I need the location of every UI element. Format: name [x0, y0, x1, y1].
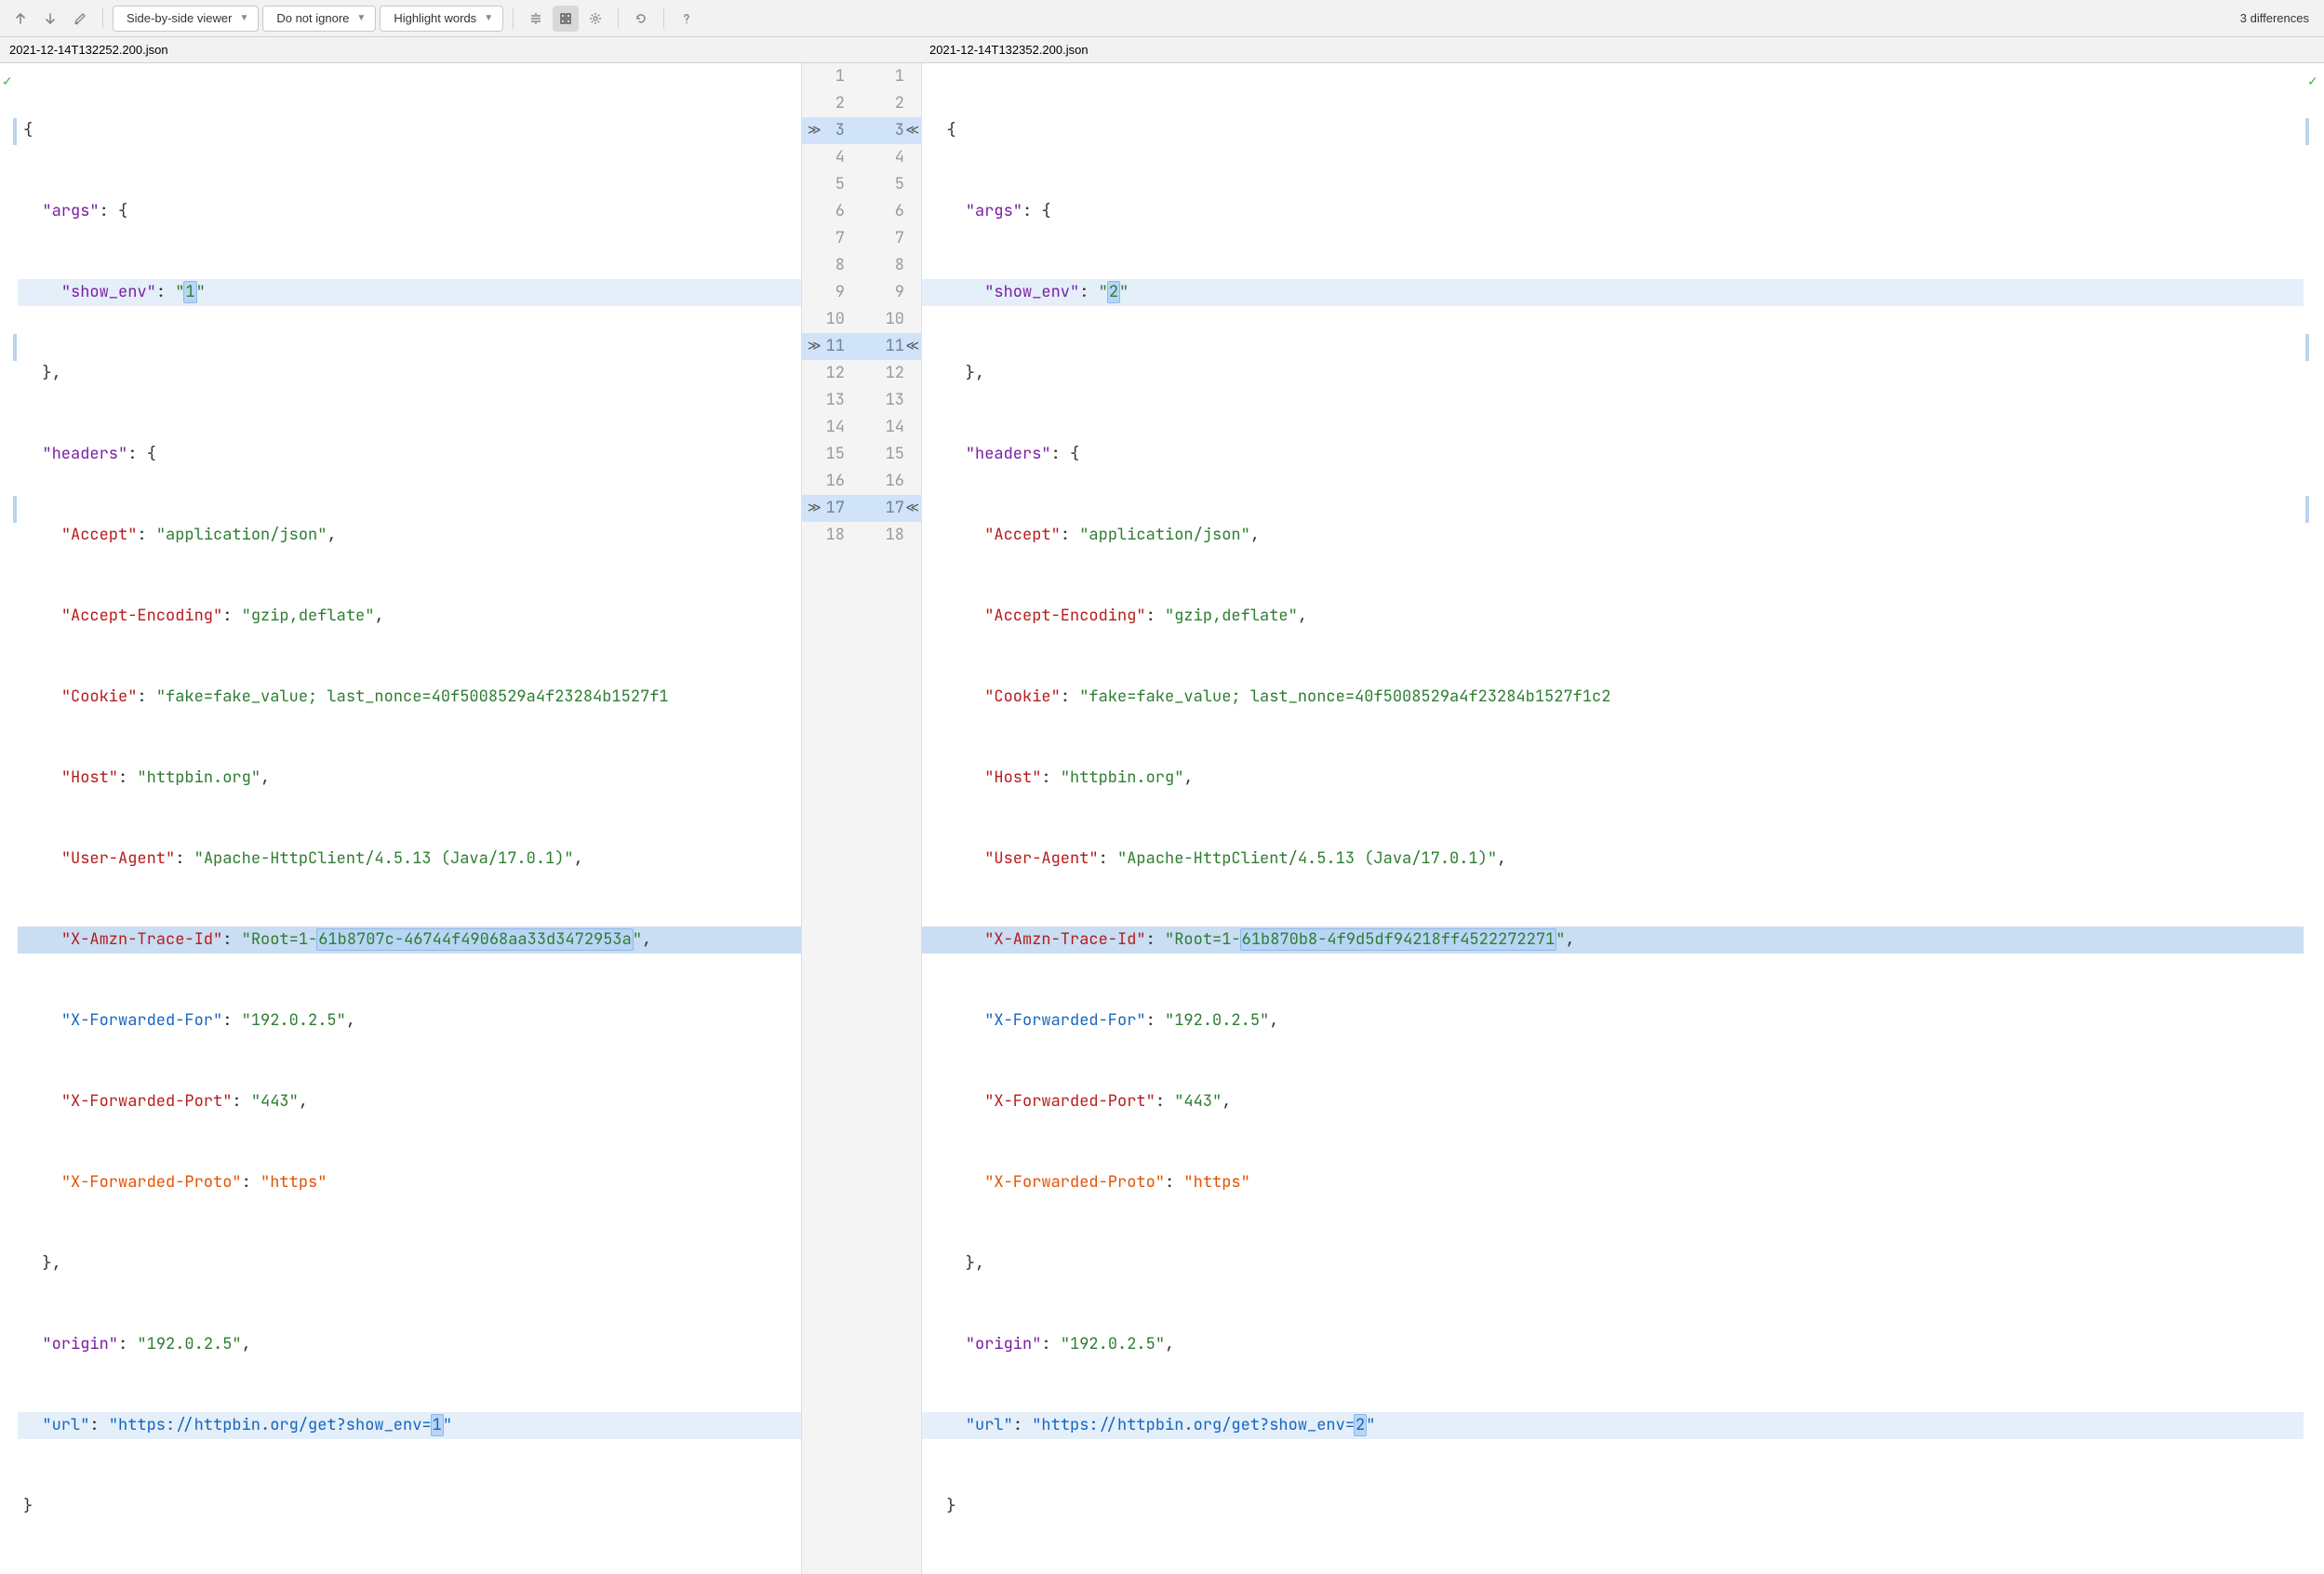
code-line: "X-Forwarded-For": "192.0.2.5",	[18, 1007, 801, 1034]
code-line: "headers": {	[18, 441, 801, 468]
diff-stripe	[2305, 334, 2309, 361]
code-line: "headers": {	[922, 441, 2304, 468]
next-diff-button[interactable]	[37, 6, 63, 32]
code-line: "args": {	[18, 198, 801, 225]
code-line: "Accept-Encoding": "gzip,deflate",	[922, 603, 2304, 630]
right-marker-column: ✓	[2304, 63, 2324, 1574]
code-line-diff: "url": "https://httpbin.org/get?show_env…	[18, 1412, 801, 1439]
file-title-bar: 2021-12-14T132252.200.json 2021-12-14T13…	[0, 37, 2324, 63]
code-line: "X-Forwarded-Port": "443",	[18, 1088, 801, 1115]
viewer-mode-dropdown[interactable]: Side-by-side viewer ▼	[113, 6, 259, 32]
code-line: },	[18, 1250, 801, 1277]
prev-diff-button[interactable]	[7, 6, 33, 32]
diff-toolbar: Side-by-side viewer ▼ Do not ignore ▼ Hi…	[0, 0, 2324, 37]
help-button[interactable]	[674, 6, 700, 32]
code-line: }	[922, 1493, 2304, 1520]
edit-button[interactable]	[67, 6, 93, 32]
code-line-diff: "show_env": "1"	[18, 279, 801, 306]
sync-scroll-button[interactable]	[553, 6, 579, 32]
highlight-mode-dropdown[interactable]: Highlight words ▼	[380, 6, 503, 32]
diff-stripe	[13, 496, 17, 523]
code-line: "X-Forwarded-Port": "443",	[922, 1088, 2304, 1115]
left-pane[interactable]: { "args": { "show_env": "1" }, "headers"…	[18, 63, 801, 1574]
code-line: "Cookie": "fake=fake_value; last_nonce=4…	[922, 684, 2304, 711]
diff-stripe	[2305, 496, 2309, 523]
collapse-unchanged-button[interactable]	[523, 6, 549, 32]
diff-container: ✓ { "args": { "show_env": "1" }, "header…	[0, 63, 2324, 1574]
code-line: "X-Forwarded-Proto": "https"	[922, 1169, 2304, 1196]
code-line: "Host": "httpbin.org",	[922, 765, 2304, 792]
code-line: },	[922, 1250, 2304, 1277]
code-line: "Accept": "application/json",	[18, 522, 801, 549]
left-file-name: 2021-12-14T132252.200.json	[0, 37, 801, 62]
separator	[618, 8, 619, 29]
right-pane[interactable]: { "args": { "show_env": "2" }, "headers"…	[922, 63, 2304, 1574]
code-line: "Cookie": "fake=fake_value; last_nonce=4…	[18, 684, 801, 711]
diff-count-status: 3 differences	[2240, 11, 2317, 25]
left-marker-column: ✓	[0, 63, 18, 1574]
code-line: "X-Forwarded-For": "192.0.2.5",	[922, 1007, 2304, 1034]
ignore-mode-label: Do not ignore	[276, 11, 349, 25]
check-icon: ✓	[2307, 69, 2318, 96]
code-line: {	[922, 117, 2304, 144]
code-line: "Host": "httpbin.org",	[18, 765, 801, 792]
refresh-button[interactable]	[628, 6, 654, 32]
diff-stripe	[13, 118, 17, 145]
viewer-mode-label: Side-by-side viewer	[127, 11, 232, 25]
code-line: "origin": "192.0.2.5",	[922, 1331, 2304, 1358]
code-line: },	[18, 360, 801, 387]
separator	[513, 8, 514, 29]
code-line: }	[18, 1493, 801, 1520]
chevron-down-icon: ▼	[356, 13, 366, 23]
chevron-down-icon: ▼	[484, 13, 493, 23]
highlight-mode-label: Highlight words	[394, 11, 476, 25]
code-line-diff: "url": "https://httpbin.org/get?show_env…	[922, 1412, 2304, 1439]
code-line-diff: "X-Amzn-Trace-Id": "Root=1-61b870b8-4f9d…	[922, 927, 2304, 954]
line-number-gutters: 1 2 3 4 5 6 7 8 9 10 11 12 13 14 15 16 1…	[801, 63, 922, 1574]
right-line-numbers: 1 2 3 4 5 6 7 8 9 10 11 12 13 14 15 16 1…	[861, 63, 921, 1574]
code-line: "Accept": "application/json",	[922, 522, 2304, 549]
separator	[102, 8, 103, 29]
right-file-name: 2021-12-14T132352.200.json	[920, 37, 2324, 62]
check-icon: ✓	[2, 69, 13, 96]
code-line: "User-Agent": "Apache-HttpClient/4.5.13 …	[18, 846, 801, 873]
code-line-diff: "X-Amzn-Trace-Id": "Root=1-61b8707c-4674…	[18, 927, 801, 954]
settings-button[interactable]	[582, 6, 608, 32]
code-line: "args": {	[922, 198, 2304, 225]
code-line: "Accept-Encoding": "gzip,deflate",	[18, 603, 801, 630]
code-line: "User-Agent": "Apache-HttpClient/4.5.13 …	[922, 846, 2304, 873]
separator	[663, 8, 664, 29]
code-line: "origin": "192.0.2.5",	[18, 1331, 801, 1358]
diff-stripe	[13, 334, 17, 361]
code-line: },	[922, 360, 2304, 387]
code-line: "X-Forwarded-Proto": "https"	[18, 1169, 801, 1196]
ignore-mode-dropdown[interactable]: Do not ignore ▼	[262, 6, 376, 32]
left-line-numbers: 1 2 3 4 5 6 7 8 9 10 11 12 13 14 15 16 1…	[802, 63, 861, 1574]
code-line: {	[18, 117, 801, 144]
chevron-down-icon: ▼	[239, 13, 248, 23]
code-line-diff: "show_env": "2"	[922, 279, 2304, 306]
diff-stripe	[2305, 118, 2309, 145]
